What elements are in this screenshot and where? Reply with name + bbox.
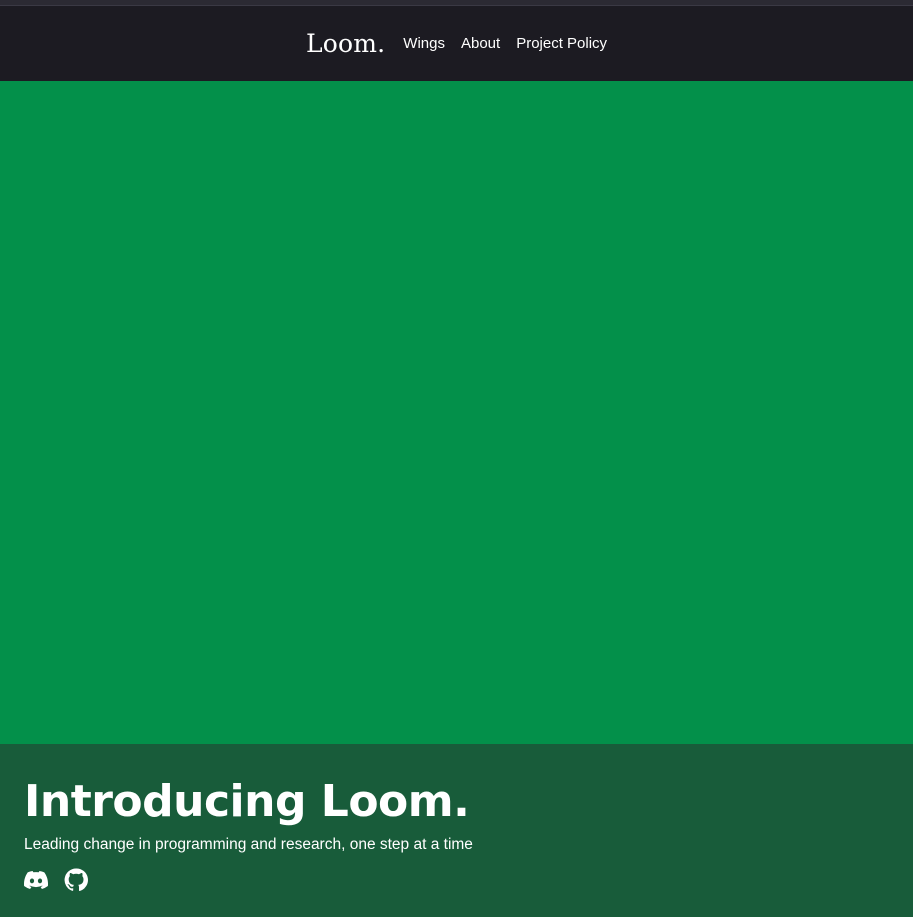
hero-banner <box>0 81 913 744</box>
discord-link[interactable] <box>24 868 48 892</box>
nav-inner: Loom. Wings About Project Policy <box>306 29 607 58</box>
nav-link-about[interactable]: About <box>461 35 500 52</box>
brand-logo[interactable]: Loom. <box>306 29 385 58</box>
intro-headline: Introducing Loom. <box>24 776 470 827</box>
github-icon <box>64 868 88 892</box>
nav-link-wings[interactable]: Wings <box>403 35 445 52</box>
github-link[interactable] <box>64 868 88 892</box>
intro-tagline: Leading change in programming and resear… <box>24 836 473 853</box>
intro-section <box>0 744 913 917</box>
navbar: Loom. Wings About Project Policy <box>0 6 913 81</box>
discord-icon <box>24 871 48 889</box>
social-links <box>24 868 88 892</box>
nav-link-project-policy[interactable]: Project Policy <box>516 35 607 52</box>
